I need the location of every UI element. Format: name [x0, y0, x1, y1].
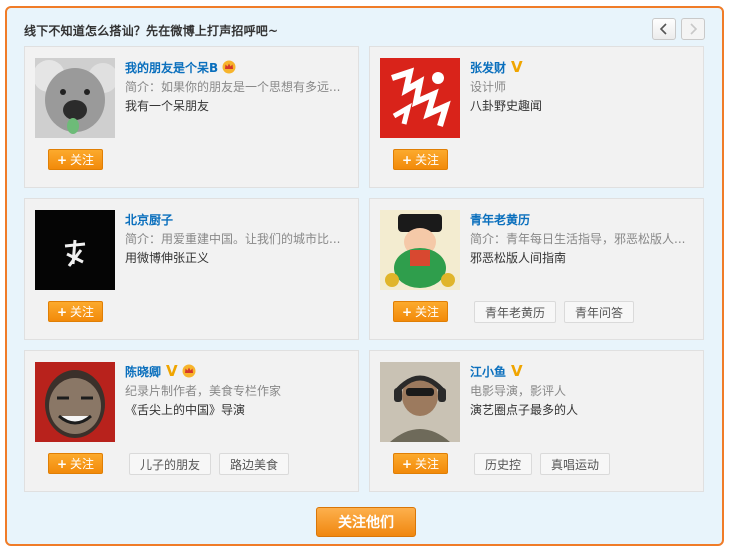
tag-list: 青年老黄历 青年问答	[474, 301, 635, 323]
chevron-left-icon	[659, 23, 667, 35]
user-desc: 八卦野史趣闻	[470, 99, 543, 113]
plus-icon: +	[56, 456, 68, 471]
user-intro: 电影导演，影评人	[470, 384, 567, 398]
user-name[interactable]: 我的朋友是个呆B	[125, 59, 218, 76]
follow-all-button[interactable]: 关注他们	[316, 507, 416, 537]
tag[interactable]: 青年老黄历	[474, 301, 557, 323]
follow-button[interactable]: + 关注	[393, 301, 448, 322]
avatar[interactable]	[35, 210, 115, 290]
follow-button[interactable]: + 关注	[48, 149, 103, 170]
tag-list: 历史控 真唱运动	[474, 453, 611, 475]
plus-icon: +	[56, 152, 68, 167]
tag[interactable]: 路边美食	[219, 453, 290, 475]
plus-icon: +	[401, 456, 413, 471]
prev-page-button[interactable]	[652, 18, 676, 40]
user-card: 江小鱼 V 电影导演，影评人 演艺圈点子最多的人 + 关注 历史控 真唱运动	[369, 350, 704, 492]
user-intro: 简介：用爱重建中国。让我们的城市比...	[125, 232, 341, 246]
panel-title: 线下不知道怎么搭讪？先在微博上打声招呼吧~	[24, 24, 279, 38]
user-name[interactable]: 江小鱼	[470, 363, 506, 380]
avatar[interactable]	[380, 58, 460, 138]
user-desc: 邪恶松版人间指南	[470, 251, 567, 265]
follow-button[interactable]: + 关注	[393, 149, 448, 170]
plus-icon: +	[401, 304, 413, 319]
user-card: 张发财 V 设计师 八卦野史趣闻 + 关注	[369, 46, 704, 188]
verified-v-icon: V	[511, 58, 523, 76]
avatar[interactable]	[380, 210, 460, 290]
user-intro: 设计师	[470, 80, 507, 94]
chevron-right-icon	[690, 23, 698, 35]
user-card: 北京厨子 简介：用爱重建中国。让我们的城市比... 用微博伸张正义 + 关注	[24, 198, 359, 340]
user-name[interactable]: 张发财	[470, 59, 506, 76]
crown-icon	[222, 60, 236, 74]
user-intro: 纪录片制作者，美食专栏作家	[125, 384, 282, 398]
avatar[interactable]	[35, 362, 115, 442]
user-desc: 我有一个呆朋友	[125, 99, 210, 113]
crown-icon	[182, 364, 196, 378]
next-page-button[interactable]	[681, 18, 705, 40]
user-name[interactable]: 青年老黄历	[470, 211, 530, 228]
user-intro: 简介：如果你的朋友是一个思想有多远...	[125, 80, 341, 94]
follow-button[interactable]: + 关注	[48, 453, 103, 474]
follow-button[interactable]: + 关注	[393, 453, 448, 474]
plus-icon: +	[56, 304, 68, 319]
user-name[interactable]: 陈晓卿	[125, 363, 161, 380]
follow-button[interactable]: + 关注	[48, 301, 103, 322]
avatar[interactable]	[35, 58, 115, 138]
tag-list: 儿子的朋友 路边美食	[129, 453, 290, 475]
user-name[interactable]: 北京厨子	[125, 211, 173, 228]
tag[interactable]: 儿子的朋友	[129, 453, 212, 475]
verified-v-icon: V	[166, 362, 178, 380]
tag[interactable]: 青年问答	[564, 301, 635, 323]
user-desc: 用微博伸张正义	[125, 251, 210, 265]
tag[interactable]: 真唱运动	[540, 453, 611, 475]
user-card: 陈晓卿 V 纪录片制作者，美食专栏作家 《舌尖上的中国》导演 + 关注 儿子的朋友…	[24, 350, 359, 492]
user-desc: 《舌尖上的中国》导演	[125, 403, 246, 417]
user-desc: 演艺圈点子最多的人	[470, 403, 579, 417]
user-card: 青年老黄历 简介：青年每日生活指导，邪恶松版人... 邪恶松版人间指南 + 关注 …	[369, 198, 704, 340]
tag[interactable]: 历史控	[474, 453, 533, 475]
user-intro: 简介：青年每日生活指导，邪恶松版人...	[470, 232, 686, 246]
user-card: 我的朋友是个呆B 简介：如果你的朋友是一个思想有多远... 我有一个呆朋友 + 关…	[24, 46, 359, 188]
recommend-panel: 线下不知道怎么搭讪？先在微博上打声招呼吧~ 我的朋友是个呆B 简介：如果你的朋友…	[5, 6, 724, 546]
avatar[interactable]	[380, 362, 460, 442]
plus-icon: +	[401, 152, 413, 167]
verified-v-icon: V	[511, 362, 523, 380]
